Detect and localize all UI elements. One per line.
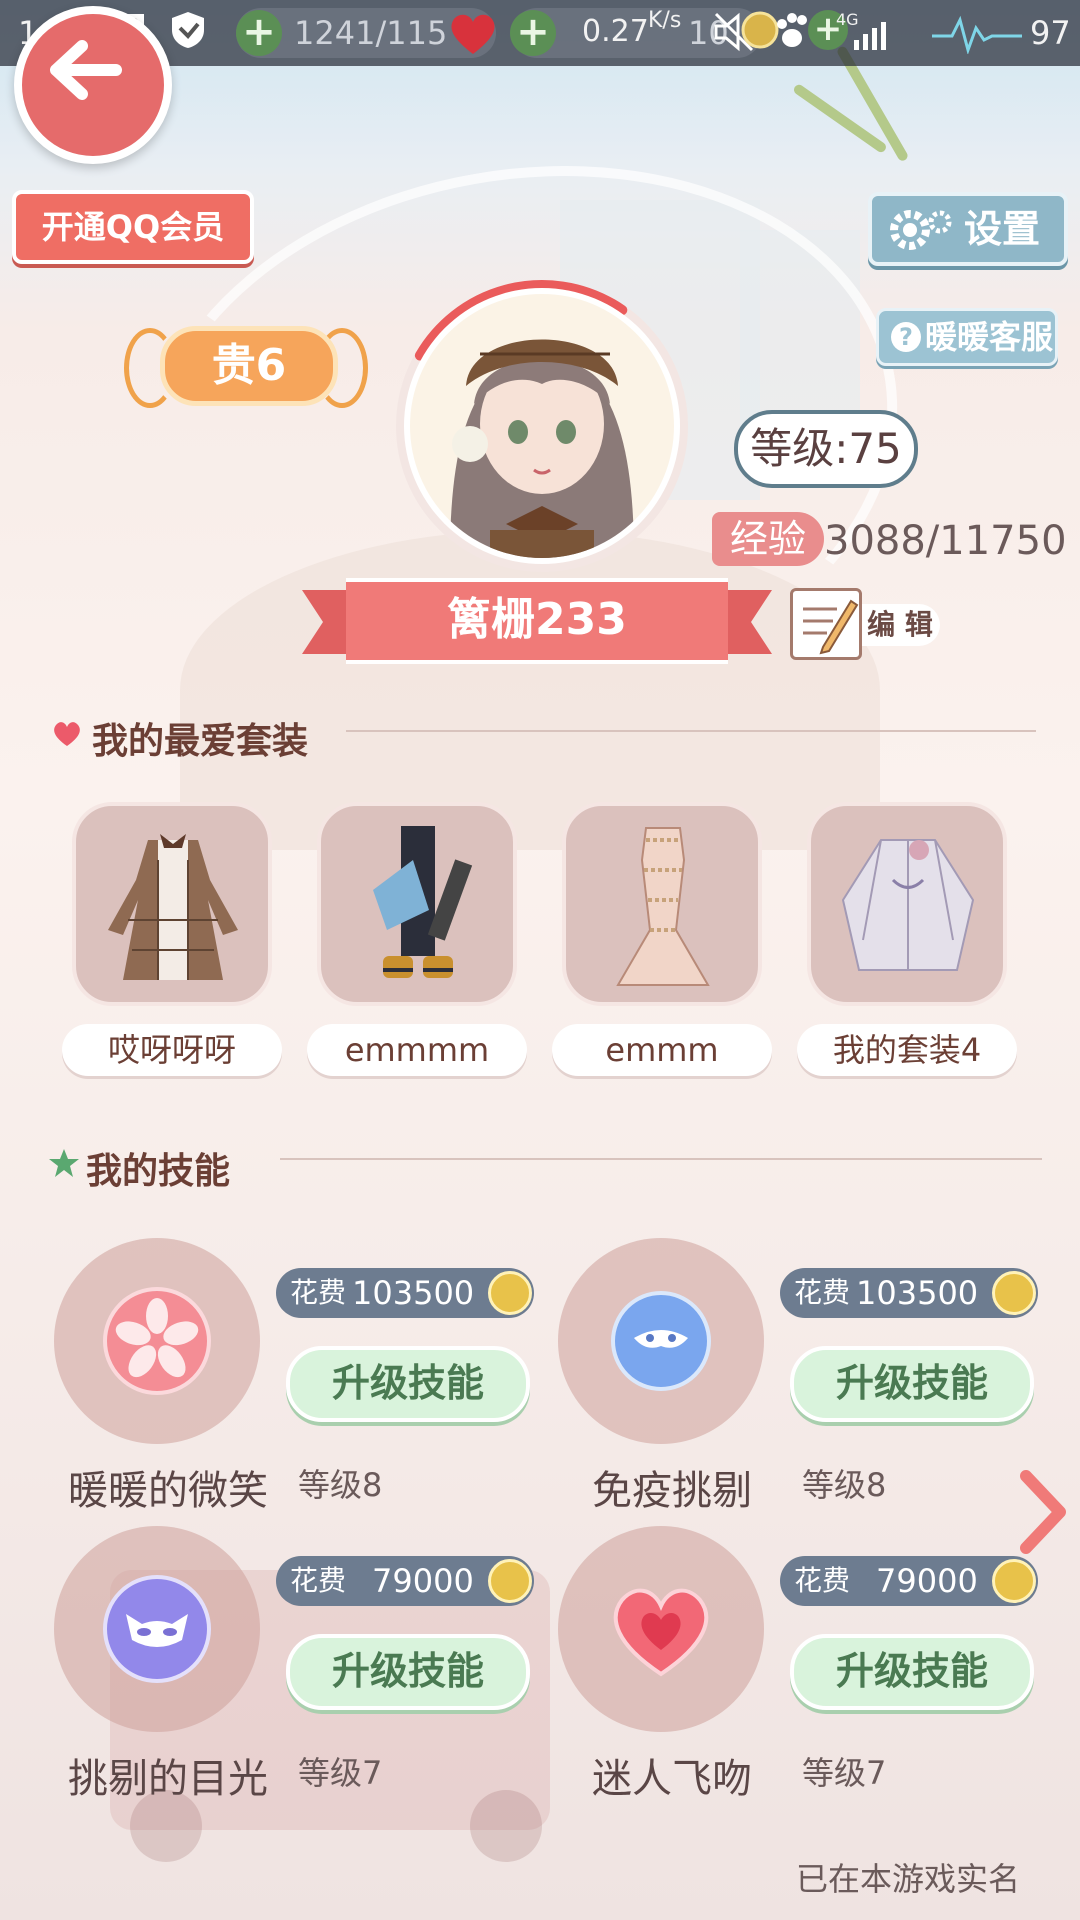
favorite-outfit-4[interactable]: 我的套装4 bbox=[797, 802, 1017, 1078]
cost-label: 花费 bbox=[794, 1564, 851, 1597]
customer-service-button[interactable]: ? 暖暖客服 bbox=[876, 308, 1058, 366]
exp-value: 3088/11750 bbox=[824, 518, 1067, 564]
white-robe-icon bbox=[841, 839, 975, 971]
black-outfit-icon bbox=[373, 826, 473, 978]
signal-icon bbox=[854, 22, 886, 50]
outfit-name: emmmm bbox=[307, 1024, 527, 1076]
edit-name-button[interactable]: 编 辑 bbox=[786, 574, 946, 660]
outfit-name: emmm bbox=[552, 1024, 772, 1076]
cost-value: 103500 bbox=[352, 1274, 475, 1312]
upgrade-skill-button[interactable]: 升级技能 bbox=[790, 1346, 1034, 1422]
realname-notice: 已在本游戏实名 bbox=[796, 1860, 1021, 1898]
winged-mask-icon bbox=[611, 1291, 711, 1391]
favorite-outfit-1[interactable]: 哎呀呀呀 bbox=[62, 802, 282, 1078]
favorite-outfit-2[interactable]: emmmm bbox=[307, 802, 527, 1078]
skill-card-4: 迷人飞吻 花费 79000 升级技能 等级7 bbox=[558, 1526, 1058, 1802]
skill-cost: 花费 103500 bbox=[276, 1268, 534, 1318]
heart-icon bbox=[613, 1588, 709, 1677]
skill-level: 等级8 bbox=[802, 1466, 887, 1504]
skills-title: 我的技能 bbox=[86, 1151, 231, 1192]
cost-label: 花费 bbox=[290, 1276, 347, 1309]
skill-level: 等级7 bbox=[298, 1754, 383, 1792]
name-ribbon: 篱栅233 bbox=[302, 578, 772, 664]
plaid-dress-icon bbox=[108, 834, 238, 980]
skill-card-2: 免疫挑剔 花费 103500 升级技能 等级8 bbox=[558, 1238, 1058, 1514]
skills-divider bbox=[280, 1158, 1042, 1160]
skill-card-1: 暖暖的微笑 花费 103500 升级技能 等级8 bbox=[54, 1238, 554, 1514]
settings-button[interactable]: 设置 bbox=[868, 192, 1068, 266]
net-speed: 0.27 bbox=[582, 14, 649, 49]
coin-icon bbox=[992, 1271, 1036, 1315]
edit-label: 编 辑 bbox=[860, 604, 940, 646]
favorite-outfit-3[interactable]: emmm bbox=[552, 802, 772, 1078]
skill-name: 挑剔的目光 bbox=[68, 1756, 268, 1802]
lace-gown-icon bbox=[616, 827, 710, 986]
coin-icon bbox=[992, 1559, 1036, 1603]
currency-value: 1241/115 bbox=[294, 14, 448, 52]
skill-circle[interactable] bbox=[54, 1238, 260, 1444]
heart-icon bbox=[54, 722, 80, 746]
coin-icon bbox=[488, 1559, 532, 1603]
upgrade-skill-button[interactable]: 升级技能 bbox=[286, 1634, 530, 1710]
cost-value: 103500 bbox=[856, 1274, 979, 1312]
back-arrow-icon bbox=[50, 40, 122, 100]
cost-label: 花费 bbox=[794, 1276, 851, 1309]
cat-mask-icon bbox=[103, 1575, 211, 1683]
open-qq-vip-button[interactable]: 开通QQ会员 bbox=[12, 190, 254, 264]
heart-icon bbox=[451, 14, 495, 54]
cost-label: 花费 bbox=[290, 1564, 347, 1597]
avatar[interactable] bbox=[410, 294, 674, 558]
player-name: 篱栅233 bbox=[346, 578, 728, 664]
next-page-arrow-icon[interactable] bbox=[1018, 1470, 1068, 1554]
battery-level: 97 bbox=[1030, 14, 1071, 52]
upgrade-skill-button[interactable]: 升级技能 bbox=[790, 1634, 1034, 1710]
character-portrait bbox=[410, 294, 674, 558]
outfit-tile bbox=[562, 802, 762, 1006]
outfit-tile bbox=[72, 802, 272, 1006]
exp-label: 经验 bbox=[712, 512, 824, 566]
vip-level-label: 贵6 bbox=[160, 326, 338, 406]
skill-cost: 花费 79000 bbox=[276, 1556, 534, 1606]
sakura-icon bbox=[103, 1287, 211, 1395]
question-icon: ? bbox=[891, 322, 921, 352]
star-icon bbox=[49, 1149, 79, 1177]
player-level: 等级:75 bbox=[734, 410, 918, 488]
notepad-icon bbox=[790, 588, 862, 660]
outfit-tile bbox=[807, 802, 1007, 1006]
vip-badge[interactable]: 贵6 bbox=[124, 320, 368, 408]
add-currency-button[interactable]: + bbox=[236, 10, 282, 56]
outfit-name: 哎呀呀呀 bbox=[62, 1024, 282, 1076]
skill-circle[interactable] bbox=[54, 1526, 260, 1732]
skill-level: 等级7 bbox=[802, 1754, 887, 1792]
skill-name: 迷人飞吻 bbox=[592, 1756, 752, 1802]
cost-value: 79000 bbox=[876, 1562, 978, 1600]
upgrade-skill-button[interactable]: 升级技能 bbox=[286, 1346, 530, 1422]
skill-cost: 花费 103500 bbox=[780, 1268, 1038, 1318]
skill-card-3: 挑剔的目光 花费 79000 升级技能 等级7 bbox=[54, 1526, 554, 1802]
skill-name: 暖暖的微笑 bbox=[68, 1468, 268, 1514]
skill-circle[interactable] bbox=[558, 1238, 764, 1444]
favorites-title: 我的最爱套装 bbox=[92, 721, 309, 762]
pulse-icon bbox=[932, 15, 1022, 54]
settings-label: 设置 bbox=[964, 207, 1041, 251]
back-button[interactable] bbox=[14, 6, 172, 164]
skill-level: 等级8 bbox=[298, 1466, 383, 1504]
outfit-tile bbox=[317, 802, 517, 1006]
skill-circle[interactable] bbox=[558, 1526, 764, 1732]
coin-icon bbox=[488, 1271, 532, 1315]
favorites-divider bbox=[346, 730, 1036, 732]
skill-name: 免疫挑剔 bbox=[592, 1468, 752, 1514]
cost-value: 79000 bbox=[372, 1562, 474, 1600]
add-currency2-button[interactable]: + bbox=[510, 10, 556, 56]
net-unit: K/s bbox=[648, 8, 682, 33]
outfit-name: 我的套装4 bbox=[797, 1024, 1017, 1076]
gear-icon bbox=[890, 210, 952, 250]
skill-cost: 花费 79000 bbox=[780, 1556, 1038, 1606]
customer-service-label: 暖暖客服 bbox=[925, 318, 1054, 356]
shield-icon bbox=[172, 12, 204, 48]
